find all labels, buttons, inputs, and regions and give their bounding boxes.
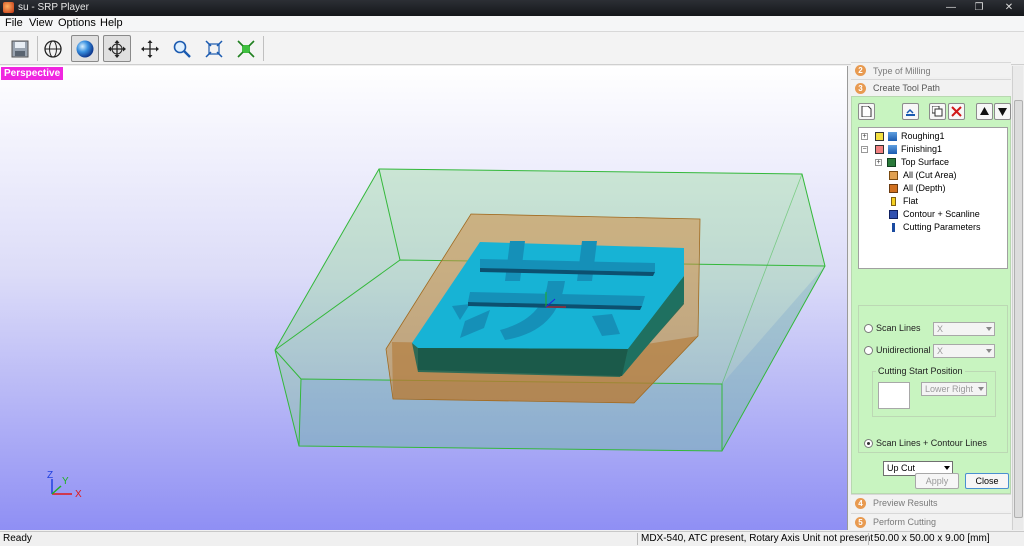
toolbar [0,32,1024,65]
step-perform-cutting[interactable]: 5 Perform Cutting [851,513,1011,530]
menu-options[interactable]: Options [58,17,96,29]
scrollbar-thumb[interactable] [1014,100,1023,518]
fit-selection-icon [237,40,255,58]
window-title: su - SRP Player [18,2,89,13]
copy-icon [932,106,943,117]
step-create-tool-path[interactable]: 3 Create Tool Path [851,79,1011,96]
arrow-up-icon [980,107,989,115]
tool-path-tree[interactable]: + Roughing1 − Finishing1 + Top Surface A… [858,127,1008,269]
sphere-icon [76,40,94,58]
status-divider [637,533,638,545]
save-icon [11,40,29,58]
arrow-down-icon [998,108,1007,116]
maximize-button[interactable]: ❐ [968,0,990,15]
rotate-button[interactable] [103,35,131,62]
checkbox-icon[interactable] [875,145,884,154]
new-document-icon [861,106,872,117]
menu-bar: File View Options Help [0,16,1024,32]
status-divider [868,533,869,545]
expand-icon[interactable]: + [861,133,868,140]
tool-icon [891,197,896,206]
insert-cutting-button[interactable] [902,103,919,120]
tree-item-roughing1[interactable]: + Roughing1 [861,130,1001,143]
move-up-button[interactable] [976,103,993,120]
apply-button[interactable]: Apply [915,473,959,489]
move-down-button[interactable] [994,103,1011,120]
panel-scrollbar[interactable] [1012,66,1023,530]
cutting-start-label: Cutting Start Position [876,366,965,376]
scan-lines-label: Scan Lines [876,323,921,333]
tool-path-icon [888,145,897,154]
model-scene [51,168,826,495]
globe-icon [44,40,62,58]
unidirectional-direction-select[interactable]: X [933,344,995,358]
axis-y-label: Y [62,476,69,487]
axis-x-label: X [75,489,82,500]
scan-options: Scan Lines X Unidirectional X Cutting St… [858,305,1008,453]
shaded-view-button[interactable] [71,35,99,62]
menu-help[interactable]: Help [100,17,123,29]
close-window-button[interactable]: ✕ [995,0,1023,15]
toolbar-separator [37,36,38,61]
surface-icon [887,158,896,167]
app-icon [3,2,14,13]
tree-item-contour-scanline[interactable]: Contour + Scanline [889,208,1003,221]
depth-icon [889,184,898,193]
collapse-icon[interactable]: − [861,146,868,153]
copy-button[interactable] [929,103,946,120]
unidirectional-radio[interactable] [864,346,873,355]
scan-contour-radio[interactable] [864,439,873,448]
checkbox-icon[interactable] [875,132,884,141]
cutting-start-select[interactable]: Lower Right [921,382,987,396]
menu-file[interactable]: File [5,17,23,29]
close-button[interactable]: Close [965,473,1009,489]
toolbar-separator [263,36,264,61]
scanline-icon [889,210,898,219]
pan-button[interactable] [136,35,164,62]
area-icon [889,171,898,180]
start-position-preview[interactable] [878,382,910,409]
status-bar: Ready MDX-540, ATC present, Rotary Axis … [0,531,1024,546]
wireframe-view-button[interactable] [39,35,67,62]
tree-item-top-surface[interactable]: + Top Surface [875,156,1003,169]
minimize-button[interactable]: — [940,0,962,15]
pan-icon [141,40,159,58]
scan-contour-label: Scan Lines + Contour Lines [876,438,987,448]
zoom-icon [173,40,191,58]
3d-viewport[interactable]: Perspective X Y Z [0,66,848,530]
zoom-button[interactable] [168,35,196,62]
tool-path-icon [888,132,897,141]
tool-path-panel: 2 Type of Milling 3 Create Tool Path + R… [849,62,1024,530]
step-type-of-milling[interactable]: 2 Type of Milling [851,62,1011,77]
create-tool-path-section: + Roughing1 − Finishing1 + Top Surface A… [851,96,1011,494]
title-bar: su - SRP Player — ❐ ✕ [0,0,1024,16]
workpiece-dimensions: 50.00 x 50.00 x 9.00 [mm] [874,533,990,544]
new-tool-path-button[interactable] [858,103,875,120]
step-preview-results[interactable]: 4 Preview Results [851,494,1011,511]
status-text: Ready [3,533,32,544]
machine-status: MDX-540, ATC present, Rotary Axis Unit n… [641,533,874,544]
expand-icon[interactable]: + [875,159,882,166]
menu-view[interactable]: View [29,17,53,29]
scan-lines-direction-select[interactable]: X [933,322,995,336]
tree-item-cutting-parameters[interactable]: Cutting Parameters [889,221,1003,234]
tool-path-icon [906,108,915,116]
tree-item-flat[interactable]: Flat [889,195,1003,208]
tree-item-cut-area[interactable]: All (Cut Area) [889,169,1003,182]
scan-lines-radio[interactable] [864,324,873,333]
fit-icon [205,40,223,58]
info-icon [892,223,895,232]
delete-icon [951,106,962,117]
unidirectional-label: Unidirectional [876,345,931,355]
tree-item-finishing1[interactable]: − Finishing1 [861,143,1001,156]
axis-z-label: Z [47,470,54,481]
fit-selection-button[interactable] [232,35,260,62]
save-button[interactable] [6,35,34,62]
fit-all-button[interactable] [200,35,228,62]
delete-button[interactable] [948,103,965,120]
tree-item-depth[interactable]: All (Depth) [889,182,1003,195]
rotate-icon [108,40,126,58]
